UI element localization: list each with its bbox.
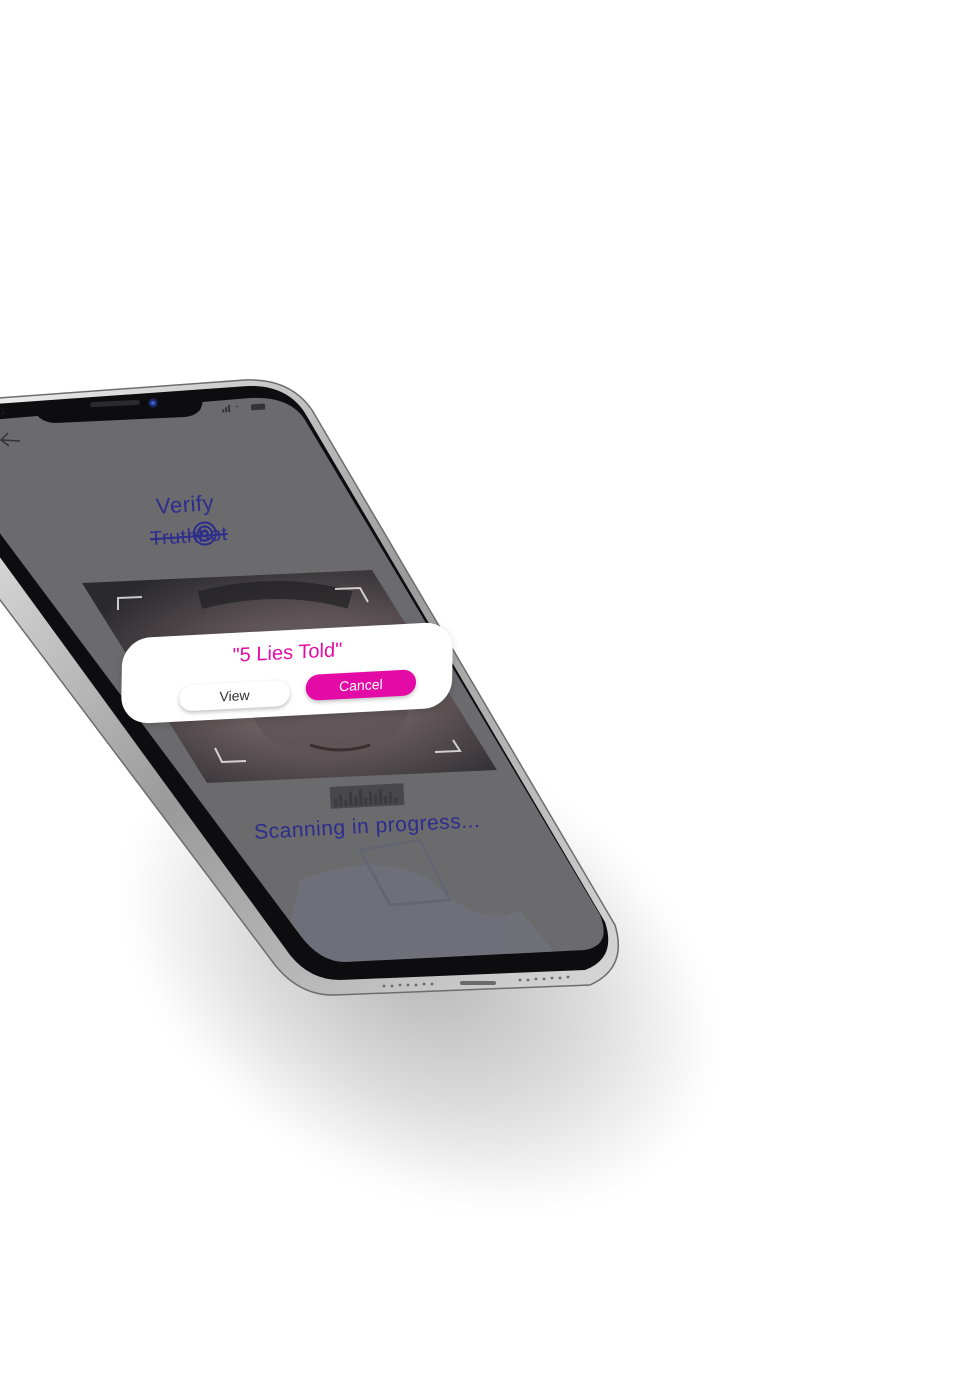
mockup-canvas: 1 ◔ Verify Truthbot "5 Lies Told" View C…	[0, 0, 953, 1377]
view-button[interactable]: View	[179, 679, 290, 712]
signal-bars-icon	[222, 404, 231, 413]
dialog-message: "5 Lies Told"	[232, 639, 343, 667]
wifi-icon: ◔	[233, 402, 240, 412]
back-button[interactable]	[0, 428, 26, 452]
status-time: 1	[0, 405, 6, 418]
truthbot-logo: Truthbot	[149, 521, 228, 552]
target-spiral-icon	[192, 521, 217, 546]
cancel-button[interactable]: Cancel	[305, 669, 417, 701]
app-screen: 1 ◔ Verify Truthbot "5 Lies Told" View C…	[0, 0, 953, 1377]
scan-status-text: Scanning in progress...	[253, 809, 481, 844]
result-dialog: "5 Lies Told" View Cancel	[120, 621, 454, 725]
page-title: Verify	[155, 490, 215, 519]
arrow-left-icon	[0, 432, 21, 447]
audio-equalizer-icon	[329, 783, 405, 809]
battery-icon	[250, 403, 266, 411]
status-icons: ◔	[222, 401, 266, 413]
